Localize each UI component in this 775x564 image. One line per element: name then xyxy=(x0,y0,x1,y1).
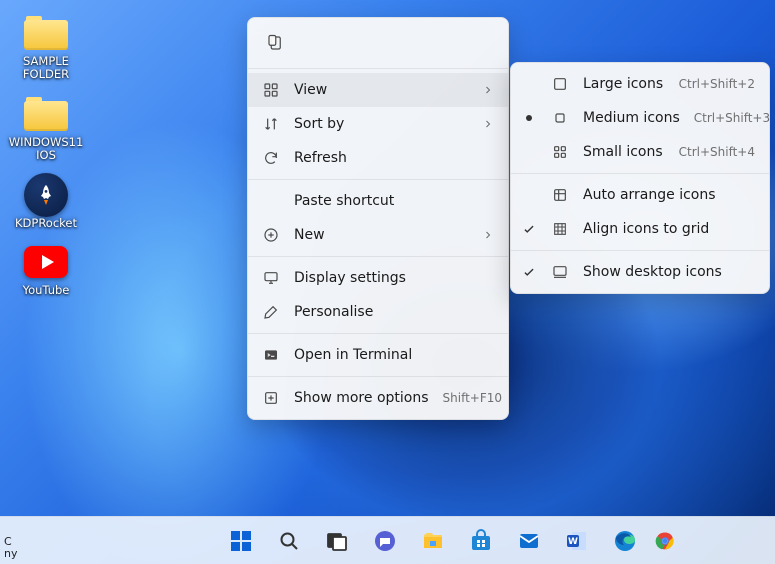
submenu-item-shortcut: Ctrl+Shift+2 xyxy=(679,77,755,91)
terminal-icon xyxy=(262,346,280,364)
taskbar-explorer-button[interactable] xyxy=(413,521,453,561)
brush-icon xyxy=(262,303,280,321)
desktop-icons-area: SAMPLE FOLDER WINDOWS11 IOS KDPRocket Yo… xyxy=(6,14,86,297)
menu-item-sort-by[interactable]: Sort by xyxy=(248,107,508,141)
submenu-item-medium-icons[interactable]: Medium icons Ctrl+Shift+3 xyxy=(511,101,769,135)
align-grid-icon xyxy=(551,220,569,238)
taskbar-search-button[interactable] xyxy=(269,521,309,561)
menu-item-label: Display settings xyxy=(294,270,494,286)
svg-text:W: W xyxy=(568,537,578,547)
taskbar-left-text[interactable]: C ny xyxy=(4,536,17,560)
small-icons-icon xyxy=(551,143,569,161)
taskbar-word-button[interactable]: W xyxy=(557,521,597,561)
submenu-item-large-icons[interactable]: Large icons Ctrl+Shift+2 xyxy=(511,67,769,101)
display-icon xyxy=(262,269,280,287)
youtube-icon xyxy=(24,243,68,281)
desktop-icon-label: SAMPLE FOLDER xyxy=(6,55,86,81)
taskbar-edge-button[interactable] xyxy=(605,521,645,561)
plus-circle-icon xyxy=(262,226,280,244)
submenu-item-shortcut: Ctrl+Shift+4 xyxy=(679,145,755,159)
submenu-item-label: Large icons xyxy=(583,76,665,92)
submenu-item-shortcut: Ctrl+Shift+3 xyxy=(694,111,770,125)
desktop-icon-label: KDPRocket xyxy=(15,217,77,230)
rocket-icon xyxy=(24,176,68,214)
desktop-icon-windows11-ios[interactable]: WINDOWS11 IOS xyxy=(6,95,86,162)
desktop-icon-sample-folder[interactable]: SAMPLE FOLDER xyxy=(6,14,86,81)
auto-arrange-icon xyxy=(551,186,569,204)
check-icon xyxy=(521,222,537,236)
menu-item-label: View xyxy=(294,82,468,98)
submenu-item-label: Align icons to grid xyxy=(583,221,755,237)
separator xyxy=(511,250,769,251)
taskbar-taskview-button[interactable] xyxy=(317,521,357,561)
submenu-item-show-desktop-icons[interactable]: Show desktop icons xyxy=(511,255,769,289)
bullet-selected-icon xyxy=(521,114,537,122)
separator xyxy=(248,179,508,180)
taskbar-mail-button[interactable] xyxy=(509,521,549,561)
desktop-icon-youtube[interactable]: YouTube xyxy=(6,243,86,297)
paste-button-icon[interactable] xyxy=(258,28,292,58)
desktop-icon-label: WINDOWS11 IOS xyxy=(6,136,86,162)
menu-item-new[interactable]: New xyxy=(248,218,508,252)
desktop-icons-icon xyxy=(551,263,569,281)
submenu-item-label: Auto arrange icons xyxy=(583,187,755,203)
submenu-item-label: Medium icons xyxy=(583,110,680,126)
taskbar: C ny W xyxy=(0,516,775,564)
refresh-icon xyxy=(262,149,280,167)
menu-item-label: Personalise xyxy=(294,304,494,320)
check-icon xyxy=(521,265,537,279)
menu-item-label: Sort by xyxy=(294,116,468,132)
medium-icons-icon xyxy=(551,109,569,127)
menu-item-view[interactable]: View xyxy=(248,73,508,107)
folder-icon xyxy=(24,14,68,52)
separator xyxy=(248,376,508,377)
submenu-item-small-icons[interactable]: Small icons Ctrl+Shift+4 xyxy=(511,135,769,169)
menu-item-label: Show more options xyxy=(294,390,429,406)
submenu-item-label: Show desktop icons xyxy=(583,264,755,280)
separator xyxy=(248,333,508,334)
folder-icon xyxy=(24,95,68,133)
chevron-right-icon xyxy=(482,84,494,96)
chevron-right-icon xyxy=(482,229,494,241)
taskbar-chrome-button[interactable] xyxy=(653,521,675,561)
grid-icon xyxy=(262,81,280,99)
taskbar-chat-button[interactable] xyxy=(365,521,405,561)
context-menu-quick-actions xyxy=(248,22,508,64)
large-icons-icon xyxy=(551,75,569,93)
separator xyxy=(511,173,769,174)
menu-item-shortcut: Shift+F10 xyxy=(443,391,503,405)
menu-item-label: Open in Terminal xyxy=(294,347,494,363)
more-options-icon xyxy=(262,389,280,407)
menu-item-personalise[interactable]: Personalise xyxy=(248,295,508,329)
menu-item-label: Paste shortcut xyxy=(294,193,494,209)
taskbar-center: W xyxy=(101,521,675,561)
taskbar-start-button[interactable] xyxy=(221,521,261,561)
chevron-right-icon xyxy=(482,118,494,130)
desktop-icon-kdprocket[interactable]: KDPRocket xyxy=(6,176,86,230)
menu-item-open-terminal[interactable]: Open in Terminal xyxy=(248,338,508,372)
menu-item-display-settings[interactable]: Display settings xyxy=(248,261,508,295)
menu-item-paste-shortcut[interactable]: Paste shortcut xyxy=(248,184,508,218)
taskbar-store-button[interactable] xyxy=(461,521,501,561)
menu-item-label: Refresh xyxy=(294,150,494,166)
menu-item-show-more-options[interactable]: Show more options Shift+F10 xyxy=(248,381,508,415)
view-submenu: Large icons Ctrl+Shift+2 Medium icons Ct… xyxy=(510,62,770,294)
separator xyxy=(248,256,508,257)
submenu-item-align-to-grid[interactable]: Align icons to grid xyxy=(511,212,769,246)
menu-item-refresh[interactable]: Refresh xyxy=(248,141,508,175)
submenu-item-label: Small icons xyxy=(583,144,665,160)
menu-item-label: New xyxy=(294,227,468,243)
submenu-item-auto-arrange[interactable]: Auto arrange icons xyxy=(511,178,769,212)
desktop-context-menu: View Sort by Refresh Paste shortcut New … xyxy=(247,17,509,420)
desktop-icon-label: YouTube xyxy=(23,284,70,297)
separator xyxy=(248,68,508,69)
sort-icon xyxy=(262,115,280,133)
